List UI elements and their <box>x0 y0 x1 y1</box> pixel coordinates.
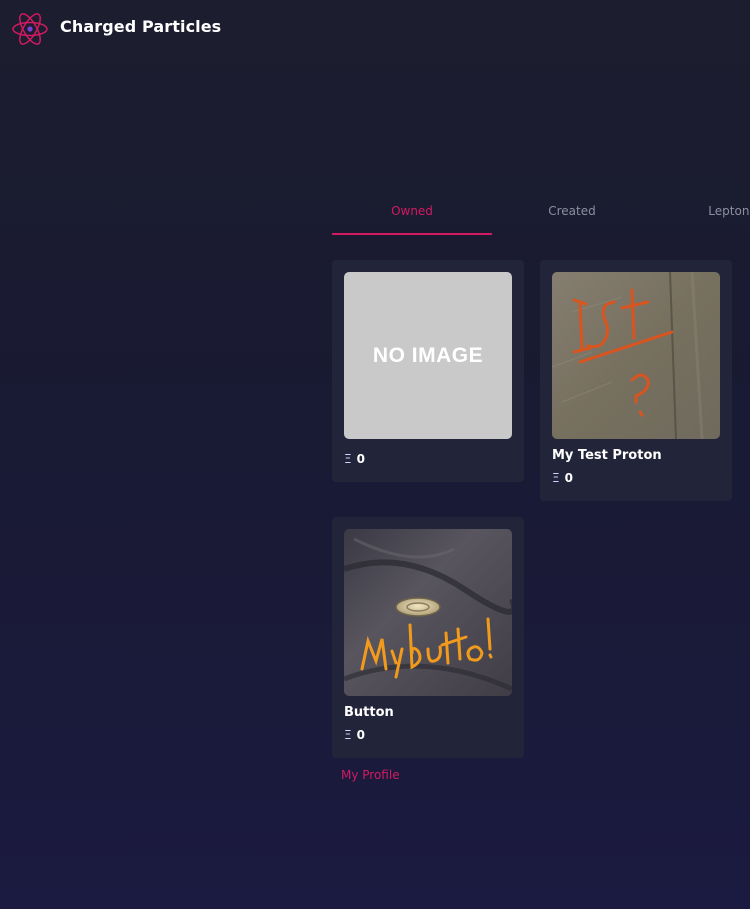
price-value: 0 <box>564 471 573 485</box>
particle-title: My Test Proton <box>552 448 662 463</box>
tab-created[interactable]: Created <box>492 196 652 236</box>
particle-image <box>552 272 720 439</box>
tab-owned[interactable]: Owned <box>332 196 492 236</box>
my-profile-link[interactable]: My Profile <box>341 768 400 782</box>
price-label: Ξ0 <box>552 471 573 485</box>
tab-leptons[interactable]: Leptons <box>652 196 750 236</box>
price-value: 0 <box>356 728 365 742</box>
eth-currency-icon: Ξ <box>344 728 352 742</box>
particle-card[interactable]: NO IMAGE Ξ0 <box>332 260 524 482</box>
particle-card[interactable]: My Test Proton Ξ0 <box>540 260 732 501</box>
atom-icon[interactable] <box>11 11 49 47</box>
price-label: Ξ0 <box>344 728 365 742</box>
app-header: Charged Particles <box>0 0 750 58</box>
particle-image <box>344 529 512 696</box>
profile-tabs: Owned Created Leptons <box>332 196 750 236</box>
no-image-placeholder: NO IMAGE <box>344 272 512 439</box>
eth-currency-icon: Ξ <box>344 452 352 466</box>
active-tab-indicator <box>332 233 492 235</box>
particle-card[interactable]: Button Ξ0 <box>332 517 524 758</box>
handwriting-photo <box>552 272 720 439</box>
button-photo <box>344 529 512 696</box>
particle-title: Button <box>344 705 394 720</box>
no-image-label: NO IMAGE <box>372 343 484 367</box>
price-value: 0 <box>356 452 365 466</box>
price-label: Ξ0 <box>344 452 365 466</box>
eth-currency-icon: Ξ <box>552 471 560 485</box>
app-title[interactable]: Charged Particles <box>60 17 221 36</box>
